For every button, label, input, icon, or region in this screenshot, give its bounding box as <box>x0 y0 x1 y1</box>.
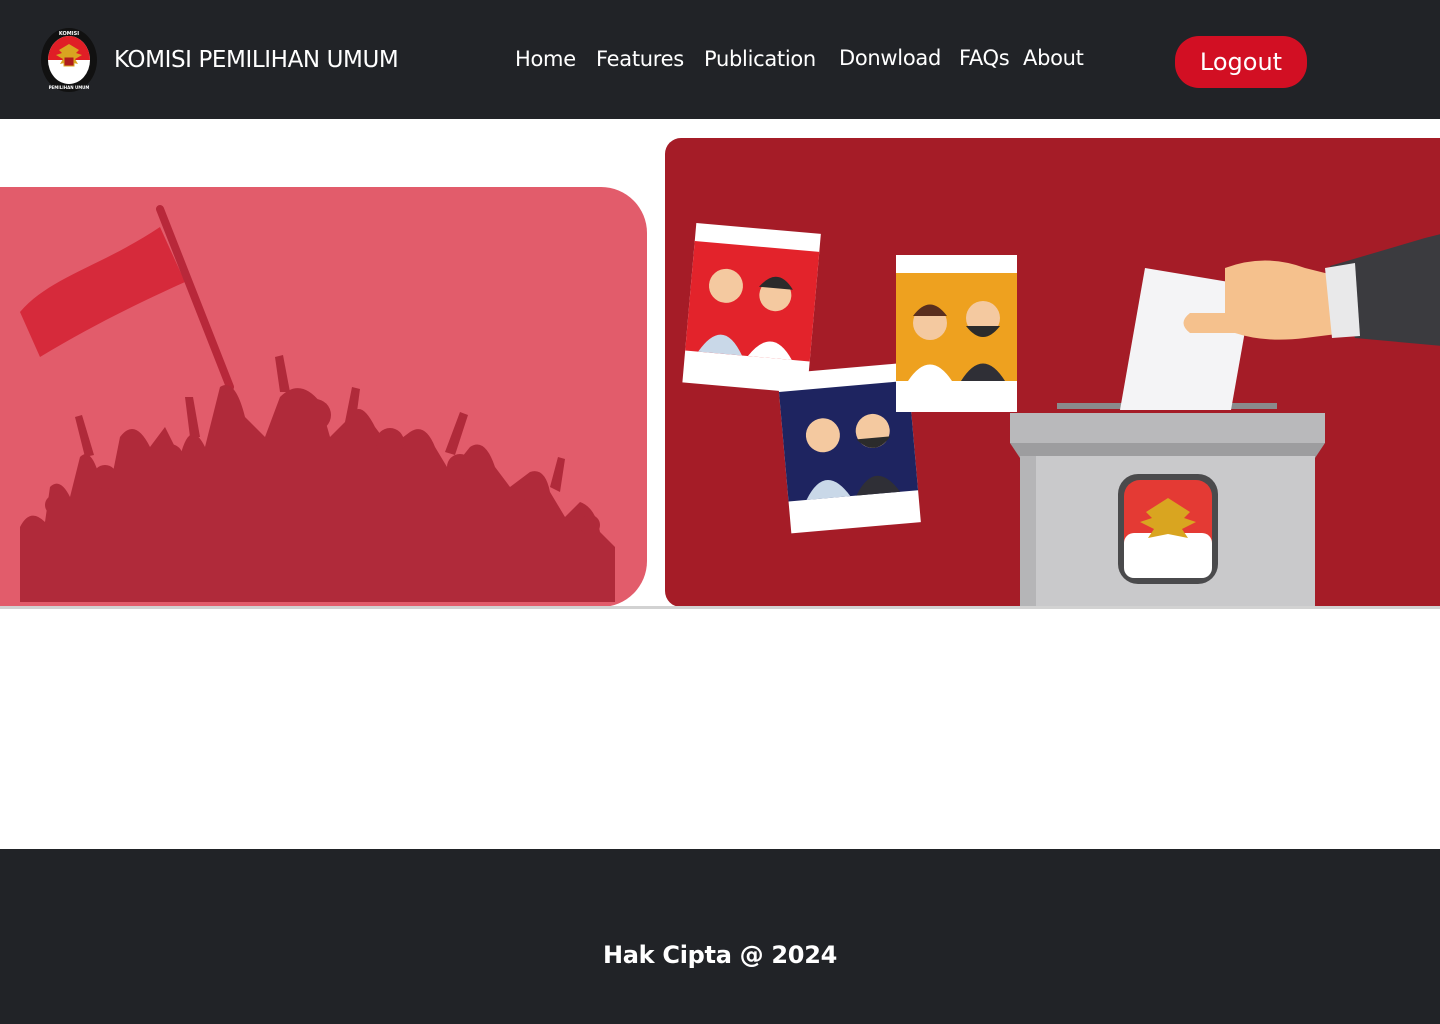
hero-voting-illustration <box>665 138 1440 607</box>
kpu-logo-icon: KOMISI PEMILIHAN UMUM <box>41 28 97 92</box>
nav-faqs[interactable]: FAQs <box>959 46 1010 70</box>
nav-about[interactable]: About <box>1023 46 1084 70</box>
top-navbar: KOMISI PEMILIHAN UMUM KOMISI PEMILIHAN U… <box>0 0 1440 119</box>
hero-protest-illustration <box>0 187 647 607</box>
protest-crowd-image <box>20 205 615 602</box>
nav-download[interactable]: Donwload <box>839 46 941 70</box>
brand-name: KOMISI PEMILIHAN UMUM <box>114 47 399 73</box>
brand[interactable]: KOMISI PEMILIHAN UMUM KOMISI PEMILIHAN U… <box>40 26 399 94</box>
logout-button[interactable]: Logout <box>1175 36 1307 88</box>
hero-divider <box>0 606 1440 609</box>
nav-features[interactable]: Features <box>596 47 684 71</box>
copyright-text: Hak Cipta @ 2024 <box>603 941 837 969</box>
nav-publication[interactable]: Publication <box>704 47 816 71</box>
nav-home[interactable]: Home <box>515 47 576 71</box>
svg-text:PEMILIHAN UMUM: PEMILIHAN UMUM <box>49 85 90 90</box>
ballot-box-image <box>682 223 1440 607</box>
footer: Hak Cipta @ 2024 <box>0 849 1440 1024</box>
svg-text:KOMISI: KOMISI <box>59 31 79 37</box>
